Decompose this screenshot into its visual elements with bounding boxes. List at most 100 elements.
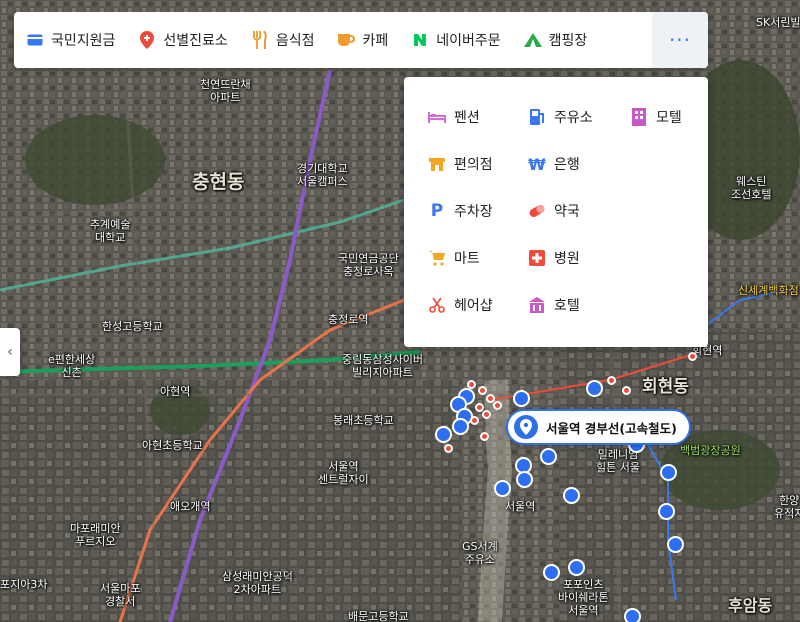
- place-marker[interactable]: [688, 352, 697, 361]
- location-pin-icon: [514, 415, 538, 439]
- map-label-aeogae-station: 애오개역: [170, 500, 211, 513]
- map-label-ahyeon-elem: 아현초등학교: [142, 439, 203, 452]
- place-marker[interactable]: [658, 503, 675, 520]
- category-gas-station[interactable]: 주유소: [528, 105, 593, 129]
- place-marker[interactable]: [607, 376, 616, 385]
- category-mart[interactable]: 마트: [428, 246, 480, 270]
- place-marker[interactable]: [452, 418, 469, 435]
- category-pharmacy[interactable]: 약국: [528, 199, 580, 223]
- building-icon: [630, 108, 648, 126]
- category-label: 캠핑장: [548, 33, 588, 49]
- place-marker[interactable]: [470, 416, 479, 425]
- place-marker[interactable]: [435, 426, 452, 443]
- category-label: 펜션: [454, 110, 480, 126]
- scissors-icon: [428, 296, 446, 314]
- store-icon: [428, 155, 446, 173]
- place-marker[interactable]: [467, 380, 476, 389]
- category-hotel[interactable]: 호텔: [528, 293, 580, 317]
- map-label-kyonggi-univ: 경기대학교 서울캠퍼스: [297, 162, 348, 188]
- map-label-seoul-station: 서울역: [505, 500, 536, 513]
- map-label-hanyang-site: 한양 유적지: [774, 494, 800, 520]
- naver-n-icon: [411, 31, 429, 49]
- collapse-panel-button[interactable]: ‹: [0, 328, 20, 376]
- category-hospital[interactable]: 병원: [528, 246, 580, 270]
- category-motel[interactable]: 모텔: [630, 105, 682, 129]
- category-label: 주차장: [454, 204, 493, 220]
- map-label-chunghyeon-dong: 충현동: [192, 171, 245, 193]
- category-hair-salon[interactable]: 헤어샵: [428, 293, 493, 317]
- place-marker[interactable]: [540, 448, 557, 465]
- map-label-chugye-univ: 추계예술 대학교: [90, 218, 131, 244]
- category-restaurant[interactable]: 음식점: [239, 12, 326, 68]
- map-label-apartment: 천연뜨란채 아파트: [200, 78, 251, 104]
- map-label-westin-chosun: 웨스틴 조선호텔: [731, 175, 772, 201]
- category-label: 음식점: [275, 33, 315, 49]
- cup-icon: [337, 31, 356, 49]
- more-categories-button[interactable]: ···: [652, 12, 708, 68]
- place-marker[interactable]: [478, 386, 487, 395]
- category-national-subsidy[interactable]: 국민지원금: [14, 12, 126, 68]
- map-label-bongrae-elem: 봉래초등학교: [333, 414, 394, 427]
- map-label-gs-station: GS서계 주유소: [462, 540, 498, 566]
- won-icon: ₩: [528, 154, 546, 174]
- category-bank[interactable]: ₩ 은행: [528, 152, 580, 176]
- place-marker[interactable]: [516, 471, 533, 488]
- category-naver-order[interactable]: 네이버주문: [399, 12, 511, 68]
- chevron-left-icon: ‹: [7, 344, 13, 360]
- place-marker[interactable]: [568, 559, 585, 576]
- place-marker[interactable]: [543, 564, 560, 581]
- map-label-sk-building: SK서린빌딩: [756, 16, 800, 29]
- map-label-baekbeom-park: 백범광장공원: [680, 444, 741, 457]
- place-marker[interactable]: [563, 487, 580, 504]
- category-label: 약국: [554, 204, 580, 220]
- hotel-icon: [528, 296, 546, 314]
- bed-icon: [428, 108, 446, 126]
- place-marker[interactable]: [660, 464, 677, 481]
- category-label: 호텔: [554, 298, 580, 314]
- map-label-samsung-raemian: 삼성래미안공덕 2차아파트: [222, 570, 293, 596]
- map-label-poji: 포지아3차: [0, 578, 48, 591]
- place-marker[interactable]: [624, 608, 641, 622]
- category-camping[interactable]: 캠핑장: [512, 12, 599, 68]
- map-label-jungnim-apartment: 중림동삼성사이버 빌리지아파트: [342, 353, 423, 379]
- map-label-mapo-police: 서울마포 경찰서: [100, 582, 141, 608]
- map-label-hoehyeon-dong: 회현동: [642, 377, 689, 397]
- place-marker[interactable]: [480, 432, 489, 441]
- category-label: 국민지원금: [51, 33, 116, 49]
- parking-icon: P: [430, 201, 444, 221]
- category-label: 병원: [554, 251, 580, 267]
- place-marker[interactable]: [586, 380, 603, 397]
- place-marker[interactable]: [493, 401, 502, 410]
- place-marker[interactable]: [622, 386, 631, 395]
- card-icon: [26, 31, 44, 49]
- category-label: 주유소: [554, 110, 593, 126]
- category-parking[interactable]: P 주차장: [428, 199, 493, 223]
- station-name: 서울역 경부선(고속철도): [546, 420, 677, 436]
- more-categories-panel: 펜션 주유소 모텔 편의점 ₩ 은행 P 주차장 약국 마트 병원 헤어샵 호텔: [404, 77, 708, 347]
- hospital-icon: [528, 249, 546, 267]
- map-label-mapo-prugio: 마포래미안 푸르지오: [70, 522, 121, 548]
- tent-icon: [523, 31, 542, 49]
- category-convenience-store[interactable]: 편의점: [428, 152, 493, 176]
- place-marker[interactable]: [482, 410, 491, 419]
- place-marker[interactable]: [667, 536, 684, 553]
- category-screening-clinic[interactable]: 선별진료소: [126, 12, 238, 68]
- map-label-ahyeon-station: 아현역: [160, 385, 191, 398]
- category-bar: 국민지원금 선별진료소 음식점 카페 네이버주문 캠핑장 ···: [14, 12, 708, 68]
- category-cafe[interactable]: 카페: [325, 12, 399, 68]
- map-label-shinsegae: 신세계백화점: [738, 284, 799, 297]
- pill-icon: [528, 202, 546, 220]
- pin-plus-icon: [138, 31, 156, 49]
- station-tooltip[interactable]: 서울역 경부선(고속철도): [506, 409, 691, 445]
- category-label: 헤어샵: [454, 298, 493, 314]
- category-pension[interactable]: 펜션: [428, 105, 480, 129]
- map-label-fourpoints: 포포인츠 바이쉐라톤 서울역: [558, 578, 609, 617]
- place-marker[interactable]: [513, 390, 530, 407]
- category-label: 은행: [554, 157, 580, 173]
- place-marker[interactable]: [494, 480, 511, 497]
- place-marker[interactable]: [444, 444, 453, 453]
- map-label-chungjeongno-station: 충정로역: [328, 313, 369, 326]
- map-label-ehwa-sinchon: e편한세상 신촌: [48, 353, 96, 379]
- category-label: 네이버주문: [436, 33, 501, 49]
- category-label: 선별진료소: [163, 33, 228, 49]
